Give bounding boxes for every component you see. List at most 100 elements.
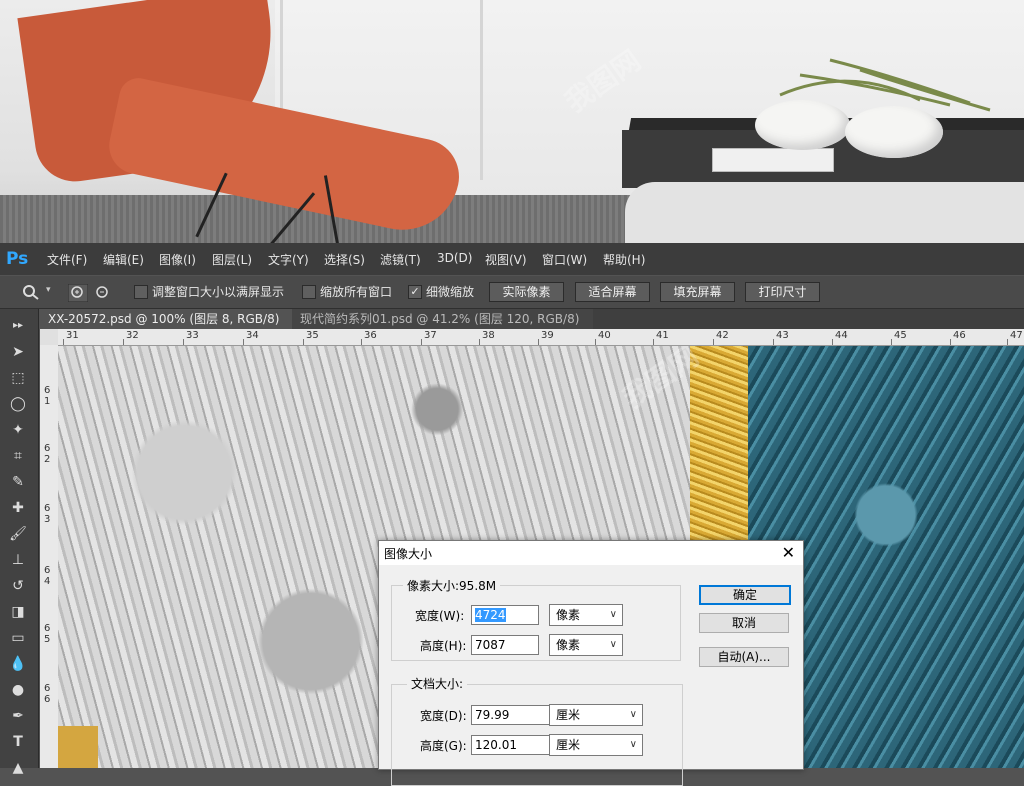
ruler-label: 6 3 <box>44 503 51 525</box>
pixel-width-field[interactable]: 4724 <box>471 605 539 625</box>
doc-height-unit: 厘米 <box>556 738 581 752</box>
fill-screen-button[interactable]: 填充屏幕 <box>660 282 735 302</box>
interior-photo: 我图网 <box>0 0 1024 243</box>
resize-windows-label: 调整窗口大小以满屏显示 <box>152 285 285 299</box>
ruler-label: 6 1 <box>44 385 51 407</box>
auto-button[interactable]: 自动(A)... <box>699 647 789 667</box>
move-tool-icon[interactable]: ➤ <box>9 343 27 361</box>
fit-screen-button[interactable]: 适合屏幕 <box>575 282 650 302</box>
menu-view[interactable]: 视图(V) <box>485 251 527 268</box>
lasso-tool-icon[interactable]: ◯ <box>9 395 27 413</box>
close-icon[interactable]: ✕ <box>782 543 795 562</box>
doc-width-label: 宽度(D): <box>420 709 467 723</box>
menu-image[interactable]: 图像(I) <box>159 251 196 268</box>
pen-tool-icon[interactable]: ✒ <box>9 707 27 725</box>
menu-help[interactable]: 帮助(H) <box>603 251 645 268</box>
ruler-tick <box>1007 339 1008 345</box>
options-bar: ▾ 调整窗口大小以满屏显示 缩放所有窗口 ✓ 细微缩放 实际像素 适合屏幕 填充… <box>0 276 1024 309</box>
gradient-tool-icon[interactable]: ▭ <box>9 629 27 647</box>
actual-pixels-button[interactable]: 实际像素 <box>489 282 564 302</box>
doc-height-unit-select[interactable]: 厘米 ∨ <box>549 734 643 756</box>
eyedropper-tool-icon[interactable]: ✎ <box>9 473 27 491</box>
ruler-label: 41 <box>656 330 669 341</box>
zoom-all-label: 缩放所有窗口 <box>320 285 393 299</box>
eraser-tool-icon[interactable]: ◨ <box>9 603 27 621</box>
crop-tool-icon[interactable]: ⌗ <box>9 447 27 465</box>
image-size-dialog: 图像大小 ✕ 像素大小:95.8M 宽度(W): 4724 像素 ∨ 高度(H)… <box>378 540 804 786</box>
vertical-ruler[interactable]: 6 1 6 2 6 3 6 4 6 5 6 6 <box>40 345 59 768</box>
pixel-height-label: 高度(H): <box>420 639 467 653</box>
doc-width-value: 79.99 <box>475 708 510 722</box>
pixel-width-label: 宽度(W): <box>415 609 465 623</box>
magic-wand-tool-icon[interactable]: ✦ <box>9 421 27 439</box>
ruler-label: 6 2 <box>44 443 51 465</box>
ruler-label: 39 <box>541 330 554 341</box>
cancel-button[interactable]: 取消 <box>699 613 789 633</box>
tab-document-2[interactable]: 现代简约系列01.psd @ 41.2% (图层 120, RGB/8) * <box>292 309 593 346</box>
print-size-button[interactable]: 打印尺寸 <box>745 282 820 302</box>
zoom-out-icon[interactable] <box>93 284 113 302</box>
dodge-tool-icon[interactable]: ● <box>9 681 27 699</box>
marquee-tool-icon[interactable]: ⬚ <box>9 369 27 387</box>
brush-tool-icon[interactable]: 🖌 <box>9 525 27 543</box>
menu-edit[interactable]: 编辑(E) <box>103 251 144 268</box>
pixel-width-unit-select[interactable]: 像素 ∨ <box>549 604 623 626</box>
path-selection-tool-icon[interactable]: ▲ <box>9 759 27 777</box>
ruler-tick <box>653 339 654 345</box>
ruler-label: 37 <box>424 330 437 341</box>
horizontal-ruler[interactable]: 31 32 33 34 35 36 37 38 39 40 41 42 43 4… <box>58 329 1024 346</box>
doc-width-unit-select[interactable]: 厘米 ∨ <box>549 704 643 726</box>
ruler-label: 6 4 <box>44 565 51 587</box>
ruler-tick <box>595 339 596 345</box>
healing-brush-tool-icon[interactable]: ✚ <box>9 499 27 517</box>
ruler-label: 44 <box>835 330 848 341</box>
ruler-tick <box>891 339 892 345</box>
zoom-tool-icon[interactable] <box>22 284 40 300</box>
ruler-tick <box>123 339 124 345</box>
ruler-label: 32 <box>126 330 139 341</box>
menu-3d[interactable]: 3D(D) <box>437 251 472 265</box>
clone-stamp-tool-icon[interactable]: ⊥ <box>9 551 27 569</box>
chevron-down-icon: ∨ <box>609 639 617 650</box>
menu-type[interactable]: 文字(Y) <box>268 251 309 268</box>
pixel-dimensions-label: 像素大小:95.8M <box>403 577 501 594</box>
doc-width-unit: 厘米 <box>556 708 581 722</box>
resize-windows-checkbox[interactable] <box>134 285 148 299</box>
ruler-tick <box>479 339 480 345</box>
ruler-label: 36 <box>364 330 377 341</box>
pixel-width-value: 4724 <box>475 608 506 622</box>
ruler-label: 34 <box>246 330 259 341</box>
scrubby-zoom-label: 细微缩放 <box>426 285 475 299</box>
zoom-in-icon[interactable] <box>68 284 88 302</box>
ok-button[interactable]: 确定 <box>699 585 791 605</box>
ruler-label: 31 <box>66 330 79 341</box>
menu-select[interactable]: 选择(S) <box>324 251 365 268</box>
ruler-label: 35 <box>306 330 319 341</box>
pixel-height-field[interactable]: 7087 <box>471 635 539 655</box>
ruler-label: 6 6 <box>44 683 51 705</box>
ruler-tick <box>243 339 244 345</box>
type-tool-icon[interactable]: T <box>9 733 27 751</box>
scrubby-zoom-checkbox[interactable]: ✓ <box>408 285 422 299</box>
menu-filter[interactable]: 滤镜(T) <box>380 251 421 268</box>
menu-layer[interactable]: 图层(L) <box>212 251 252 268</box>
pixel-height-unit-select[interactable]: 像素 ∨ <box>549 634 623 656</box>
zoom-all-checkbox[interactable] <box>302 285 316 299</box>
panel-collapse-icon[interactable]: ▸▸ <box>9 317 27 335</box>
menu-file[interactable]: 文件(F) <box>47 251 87 268</box>
ruler-tick <box>361 339 362 345</box>
photo-plant <box>779 58 991 112</box>
ruler-tick <box>773 339 774 345</box>
tab-document-1[interactable]: XX-20572.psd @ 100% (图层 8, RGB/8) * <box>40 309 292 346</box>
dialog-titlebar[interactable]: 图像大小 ✕ <box>379 541 803 565</box>
ruler-tick <box>303 339 304 345</box>
dialog-title: 图像大小 <box>384 547 433 561</box>
tool-preset-chevron-icon[interactable]: ▾ <box>46 285 51 295</box>
history-brush-tool-icon[interactable]: ↺ <box>9 577 27 595</box>
ruler-label: 42 <box>716 330 729 341</box>
tools-panel: ▸▸ ➤ ⬚ ◯ ✦ ⌗ ✎ ✚ 🖌 ⊥ ↺ ◨ ▭ 💧 ● ✒ T ▲ <box>0 309 39 776</box>
blur-tool-icon[interactable]: 💧 <box>9 655 27 673</box>
ruler-corner <box>40 329 58 345</box>
doc-height-label: 高度(G): <box>420 739 467 753</box>
menu-window[interactable]: 窗口(W) <box>542 251 587 268</box>
